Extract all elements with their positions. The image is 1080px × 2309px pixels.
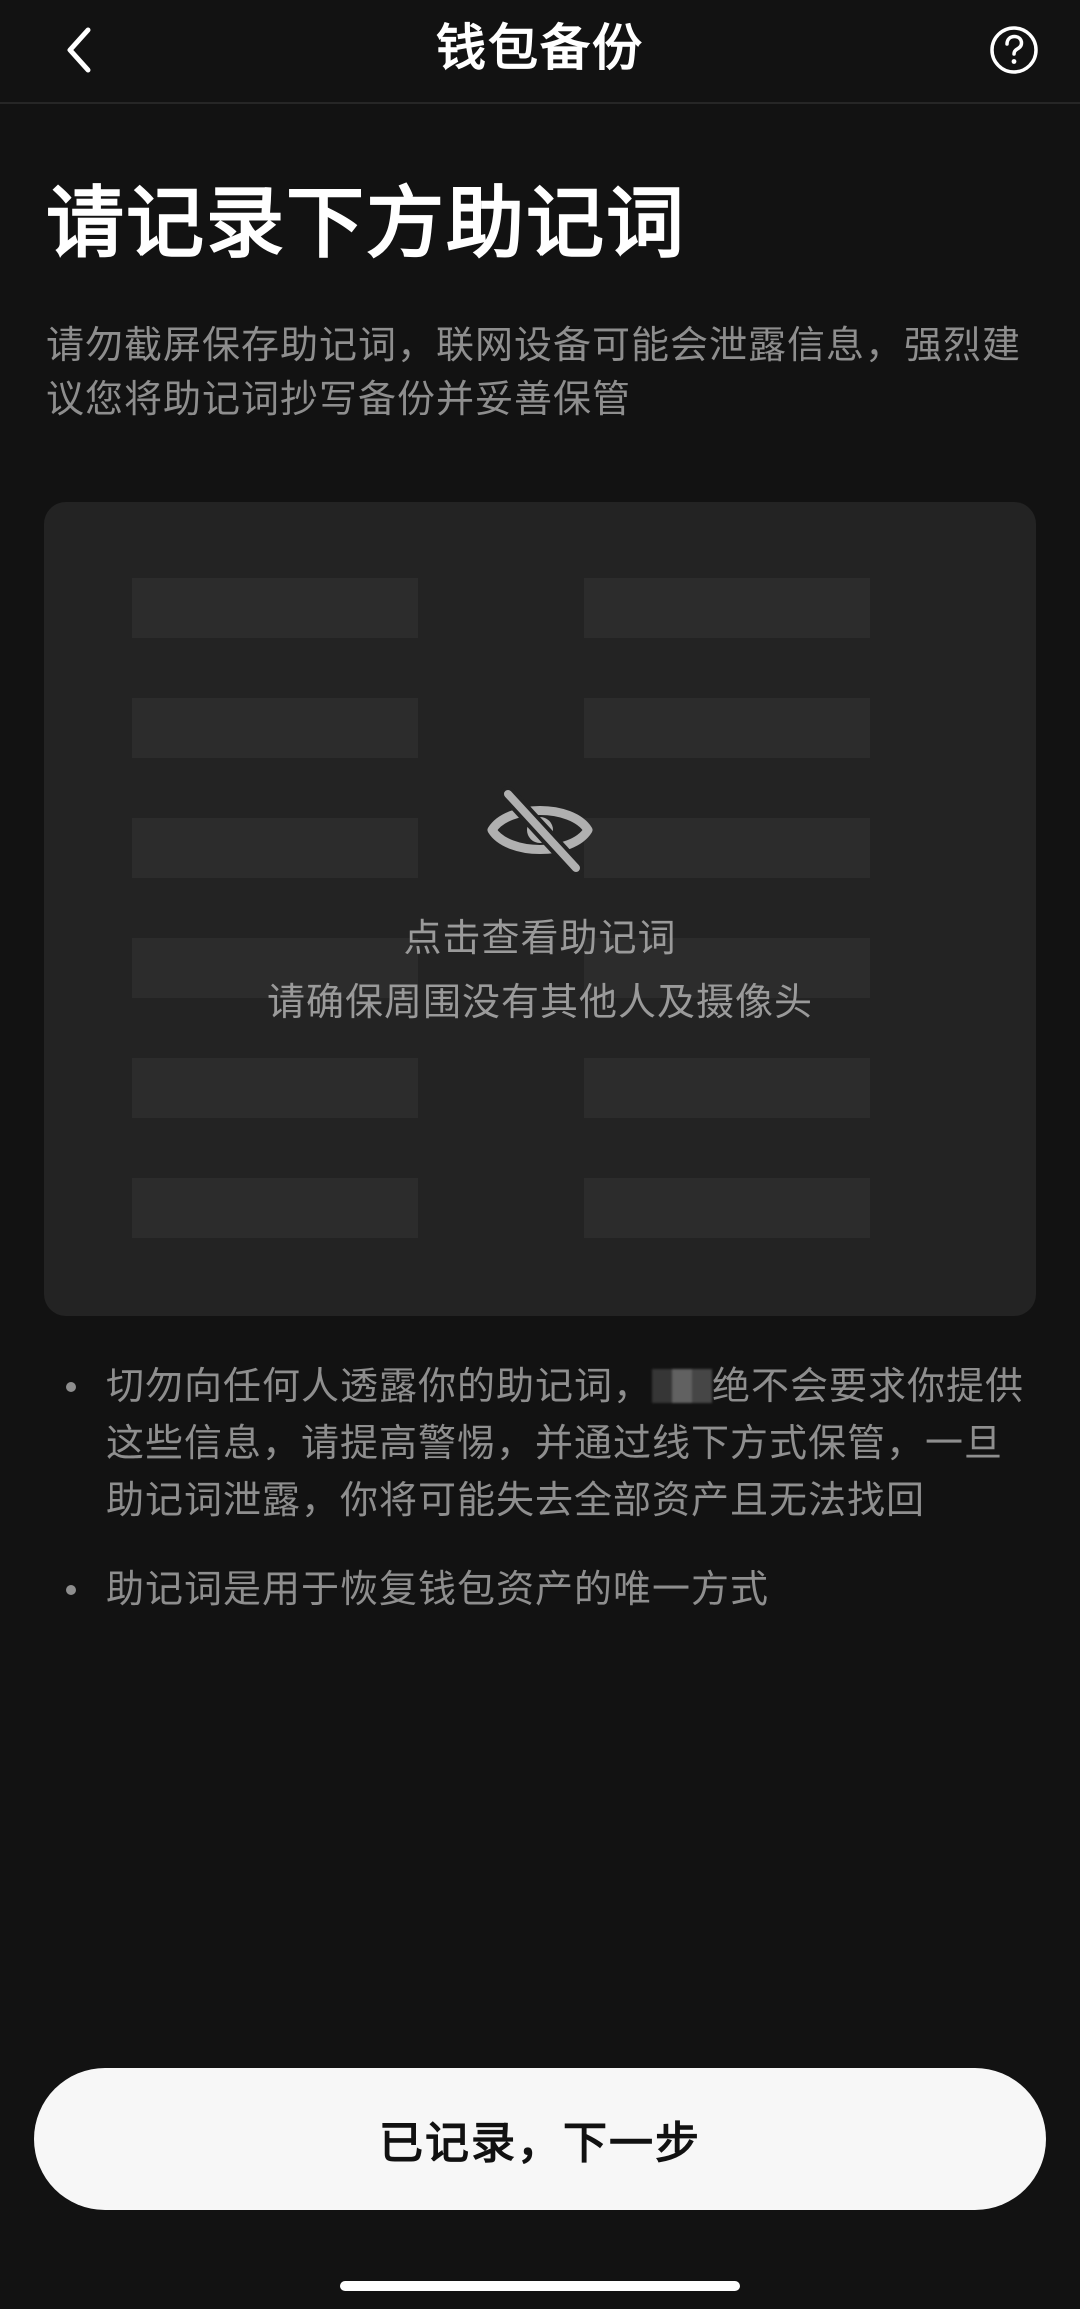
warning-text: 助记词是用于恢复钱包资产的唯一方式 — [106, 1567, 770, 1611]
redacted-brand-name — [652, 1369, 713, 1403]
page-title: 请记录下方助记词 — [46, 179, 687, 269]
warning-item: 助记词是用于恢复钱包资产的唯一方式 — [46, 1561, 1036, 1618]
bullet-dot — [66, 1585, 76, 1595]
word-slot — [132, 1178, 418, 1238]
word-slot — [584, 578, 870, 638]
reveal-overlay[interactable]: 点击查看助记词 请确保周围没有其他人及摄像头 — [44, 784, 1036, 1030]
word-slot — [132, 1058, 418, 1118]
page-subtitle: 请勿截屏保存助记词，联网设备可能会泄露信息，强烈建议您将助记词抄写备份并妥善保管 — [46, 323, 1022, 421]
reveal-hint-title: 点击查看助记词 — [403, 916, 677, 960]
mnemonic-card[interactable]: 点击查看助记词 请确保周围没有其他人及摄像头 — [44, 502, 1036, 1316]
page-header-title: 钱包备份 — [436, 19, 644, 77]
word-slot — [584, 1178, 870, 1238]
word-slot — [584, 1058, 870, 1118]
warning-list: 切勿向任何人透露你的助记词， 绝不会要求你提供这些信息，请提高警惕，并通过线下方式… — [46, 1358, 1036, 1650]
word-slot — [584, 698, 870, 758]
reveal-hint-subtitle: 请确保周围没有其他人及摄像头 — [266, 980, 813, 1024]
warning-item: 切勿向任何人透露你的助记词， 绝不会要求你提供这些信息，请提高警惕，并通过线下方式… — [46, 1358, 1036, 1529]
question-circle-icon — [990, 26, 1038, 74]
eye-slash-icon — [487, 786, 593, 876]
nav-bar: 钱包备份 — [0, 0, 1080, 104]
word-slot — [132, 698, 418, 758]
help-button[interactable] — [982, 18, 1046, 82]
next-step-button[interactable]: 已记录，下一步 — [34, 2068, 1046, 2210]
word-slot — [132, 578, 418, 638]
warning-text-part-1: 切勿向任何人透露你的助记词， — [106, 1364, 653, 1408]
bullet-dot — [66, 1382, 76, 1392]
home-indicator — [340, 2281, 740, 2291]
